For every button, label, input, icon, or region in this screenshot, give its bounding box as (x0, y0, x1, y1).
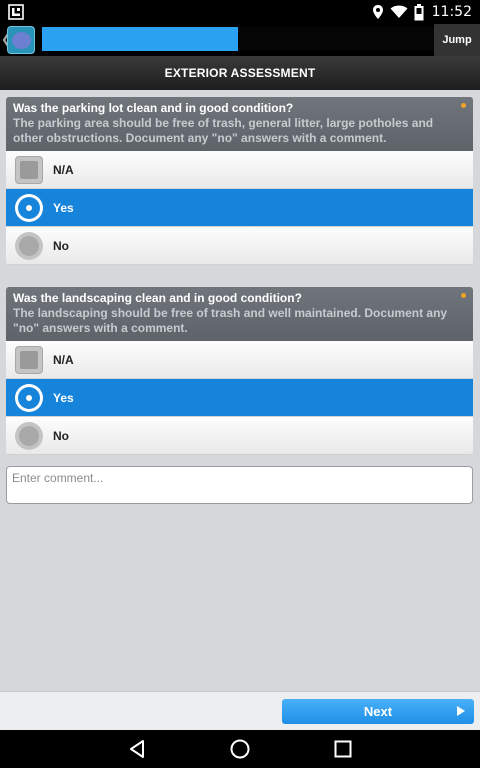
option-yes[interactable]: Yes (6, 379, 473, 417)
option-label: Yes (53, 390, 74, 405)
option-na[interactable]: N/A (6, 151, 473, 189)
question-title: Was the parking lot clean and in good co… (13, 101, 294, 115)
option-na[interactable]: N/A (6, 341, 473, 379)
option-label: Yes (53, 200, 74, 215)
app-header: ❮ Jump (0, 24, 480, 56)
option-label: No (53, 428, 69, 443)
question-header: Was the parking lot clean and in good co… (6, 97, 473, 151)
status-bar: 11:52 (0, 0, 480, 24)
question-card: Was the landscaping clean and in good co… (6, 287, 473, 455)
home-icon[interactable] (229, 738, 251, 760)
question-card: Was the parking lot clean and in good co… (6, 97, 473, 265)
back-icon[interactable] (126, 738, 148, 760)
radio-icon[interactable] (15, 422, 43, 450)
nav-bar (0, 730, 480, 768)
app-logo-icon[interactable] (7, 26, 35, 54)
option-label: No (53, 238, 69, 253)
progress-bar (42, 27, 434, 51)
required-indicator (461, 103, 466, 108)
next-button-label: Next (363, 704, 393, 719)
battery-icon (414, 3, 424, 20)
footer: Next (0, 691, 480, 730)
question-title: Was the landscaping clean and in good co… (13, 291, 302, 305)
progress-fill (42, 27, 238, 51)
checkbox-icon[interactable] (15, 156, 43, 184)
comment-input[interactable] (6, 466, 473, 504)
status-time: 11:52 (431, 4, 472, 20)
required-indicator (461, 293, 466, 298)
radio-selected-icon[interactable] (15, 384, 43, 412)
option-no[interactable]: No (6, 227, 473, 265)
wifi-icon (390, 5, 408, 18)
next-button[interactable]: Next (282, 699, 474, 724)
next-arrow-icon (457, 706, 465, 716)
location-icon (372, 5, 383, 19)
recents-icon[interactable] (332, 738, 354, 760)
radio-icon[interactable] (15, 232, 43, 260)
option-yes[interactable]: Yes (6, 189, 473, 227)
option-label: N/A (53, 162, 74, 177)
question-description: The parking area should be free of trash… (13, 116, 434, 145)
option-label: N/A (53, 352, 74, 367)
section-title: EXTERIOR ASSESSMENT (0, 56, 480, 90)
radio-selected-icon[interactable] (15, 194, 43, 222)
question-description: The landscaping should be free of trash … (13, 306, 448, 335)
checkbox-icon[interactable] (15, 346, 43, 374)
jump-button[interactable]: Jump (434, 24, 480, 56)
notification-icon (8, 4, 24, 20)
question-header: Was the landscaping clean and in good co… (6, 287, 473, 341)
option-no[interactable]: No (6, 417, 473, 455)
